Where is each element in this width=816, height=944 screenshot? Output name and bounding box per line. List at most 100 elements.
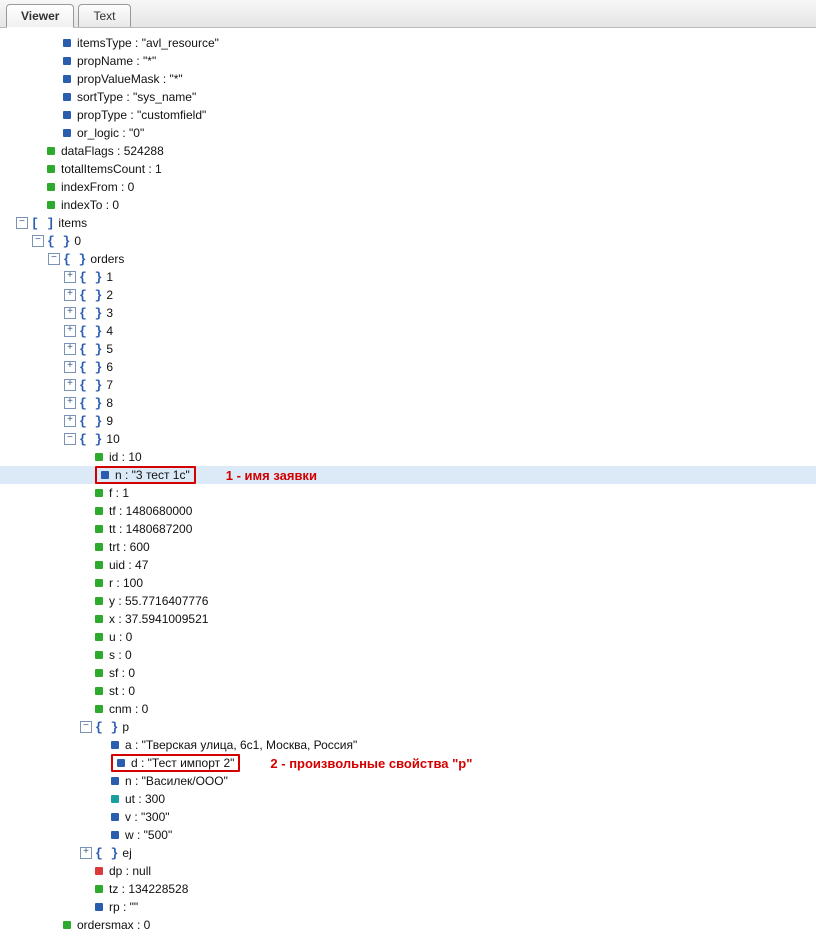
collapse-toggle[interactable]: −: [16, 217, 28, 229]
node-orders[interactable]: orders: [90, 252, 124, 266]
leaf-icon: [95, 669, 103, 677]
object-icon: { }: [79, 378, 102, 393]
object-icon: { }: [79, 414, 102, 429]
annotation-box-2: d : "Тест импорт 2": [111, 754, 240, 772]
leaf-icon: [111, 831, 119, 839]
order10-r: r : 100: [109, 576, 143, 590]
collapse-toggle[interactable]: −: [80, 721, 92, 733]
tab-text[interactable]: Text: [78, 4, 130, 27]
tab-viewer[interactable]: Viewer: [6, 4, 74, 28]
leaf-icon: [95, 885, 103, 893]
leaf-icon: [95, 903, 103, 911]
object-icon: { }: [79, 270, 102, 285]
expand-toggle[interactable]: +: [64, 379, 76, 391]
prop-propName: propName : "*": [77, 54, 156, 68]
leaf-icon: [95, 651, 103, 659]
annotation-2: 2 - произвольные свойства "p": [270, 756, 472, 771]
expand-toggle[interactable]: +: [64, 325, 76, 337]
leaf-icon: [95, 507, 103, 515]
leaf-icon: [95, 543, 103, 551]
order10-tf: tf : 1480680000: [109, 504, 192, 518]
object-icon: { }: [63, 252, 86, 267]
meta-indexTo: indexTo : 0: [61, 198, 119, 212]
leaf-icon: [47, 183, 55, 191]
expand-toggle[interactable]: +: [64, 343, 76, 355]
prop-propValueMask: propValueMask : "*": [77, 72, 183, 86]
expand-toggle[interactable]: +: [80, 847, 92, 859]
leaf-icon: [63, 129, 71, 137]
leaf-icon: [95, 705, 103, 713]
prop-sortType: sortType : "sys_name": [77, 90, 196, 104]
order10-rp: rp : "": [109, 900, 138, 914]
node-order-7[interactable]: 7: [106, 378, 113, 392]
prop-itemsType: itemsType : "avl_resource": [77, 36, 219, 50]
order10-st: st : 0: [109, 684, 135, 698]
node-items-0[interactable]: 0: [74, 234, 81, 248]
leaf-icon: [117, 759, 125, 767]
leaf-icon: [95, 525, 103, 533]
object-icon: { }: [79, 342, 102, 357]
expand-toggle[interactable]: +: [64, 307, 76, 319]
node-order-10[interactable]: 10: [106, 432, 119, 446]
meta-totalItemsCount: totalItemsCount : 1: [61, 162, 162, 176]
node-order-2[interactable]: 2: [106, 288, 113, 302]
leaf-icon: [95, 633, 103, 641]
node-items[interactable]: items: [58, 216, 87, 230]
leaf-icon: [111, 777, 119, 785]
leaf-icon: [95, 687, 103, 695]
object-icon: { }: [79, 324, 102, 339]
leaf-icon: [95, 489, 103, 497]
selected-row[interactable]: n : "3 тест 1с" 1 - имя заявки: [0, 466, 816, 484]
prop-orlogic: or_logic : "0": [77, 126, 144, 140]
object-icon: { }: [95, 846, 118, 861]
p-ut: ut : 300: [125, 792, 165, 806]
expand-toggle[interactable]: +: [64, 289, 76, 301]
collapse-toggle[interactable]: −: [48, 253, 60, 265]
leaf-icon: [63, 75, 71, 83]
node-order-1[interactable]: 1: [106, 270, 113, 284]
leaf-icon: [95, 453, 103, 461]
collapse-toggle[interactable]: −: [32, 235, 44, 247]
order10-y: y : 55.7716407776: [109, 594, 208, 608]
tab-bar: Viewer Text: [0, 0, 816, 28]
node-ej[interactable]: ej: [122, 846, 131, 860]
leaf-icon: [95, 615, 103, 623]
leaf-icon: [47, 165, 55, 173]
expand-toggle[interactable]: +: [64, 361, 76, 373]
order10-dp: dp : null: [109, 864, 151, 878]
order10-n: n : "3 тест 1с": [115, 468, 190, 482]
leaf-icon: [111, 813, 119, 821]
node-p[interactable]: p: [122, 720, 129, 734]
array-icon: [ ]: [31, 216, 54, 231]
expand-toggle[interactable]: +: [64, 415, 76, 427]
object-icon: { }: [79, 360, 102, 375]
node-order-3[interactable]: 3: [106, 306, 113, 320]
node-order-8[interactable]: 8: [106, 396, 113, 410]
expand-toggle[interactable]: +: [64, 271, 76, 283]
expand-toggle[interactable]: +: [64, 397, 76, 409]
json-tree: itemsType : "avl_resource" propName : "*…: [0, 28, 816, 944]
object-icon: { }: [79, 288, 102, 303]
leaf-icon: [111, 741, 119, 749]
order10-s: s : 0: [109, 648, 132, 662]
node-order-6[interactable]: 6: [106, 360, 113, 374]
order10-uid: uid : 47: [109, 558, 148, 572]
order10-tz: tz : 134228528: [109, 882, 188, 896]
p-n: n : "Василек/ООО": [125, 774, 228, 788]
object-icon: { }: [95, 720, 118, 735]
node-order-5[interactable]: 5: [106, 342, 113, 356]
leaf-icon: [95, 561, 103, 569]
object-icon: { }: [47, 234, 70, 249]
leaf-icon: [63, 39, 71, 47]
collapse-toggle[interactable]: −: [64, 433, 76, 445]
ordersmax: ordersmax : 0: [77, 918, 150, 932]
meta-indexFrom: indexFrom : 0: [61, 180, 134, 194]
object-icon: { }: [79, 396, 102, 411]
leaf-icon: [101, 471, 109, 479]
leaf-icon: [63, 111, 71, 119]
node-order-4[interactable]: 4: [106, 324, 113, 338]
object-icon: { }: [79, 306, 102, 321]
node-order-9[interactable]: 9: [106, 414, 113, 428]
order10-id: id : 10: [109, 450, 142, 464]
leaf-icon: [95, 867, 103, 875]
